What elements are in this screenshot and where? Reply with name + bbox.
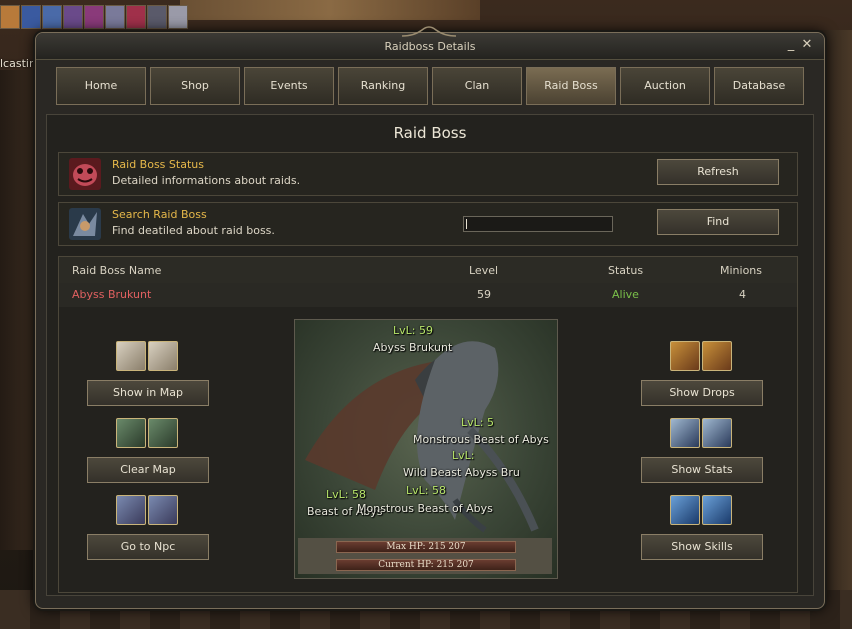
party-avatar[interactable] [63, 5, 83, 29]
teleport-hand-icon [116, 495, 146, 525]
portrait-icon [702, 418, 732, 448]
raid-search-input[interactable] [463, 216, 613, 232]
minion-level-label: LvL: 5 [461, 416, 494, 429]
column-header-minions: Minions [720, 264, 763, 277]
hp-panel: Max HP: 215 207 Current HP: 215 207 [298, 538, 552, 574]
party-avatar[interactable] [105, 5, 125, 29]
tab-home[interactable]: Home [56, 67, 146, 105]
boss-level-label: LvL: 59 [393, 324, 433, 337]
skill-hand-icon [670, 495, 700, 525]
find-button[interactable]: Find [657, 209, 779, 235]
map-scroll-icon [116, 341, 146, 371]
boss-preview: LvL: 59 Abyss Brukunt LvL: 5 Monstrous B… [294, 319, 558, 579]
raid-status-subtitle: Detailed informations about raids. [112, 174, 301, 187]
window-title: Raidboss Details [384, 40, 476, 53]
party-portraits [0, 5, 188, 29]
raid-search-icon [69, 208, 101, 240]
table-row[interactable]: Abyss Brukunt 59 Alive 4 [59, 283, 797, 307]
skill-hand-icon [702, 495, 732, 525]
minion-name-label: Monstrous Beast of Abys [357, 502, 493, 515]
map-scroll-icon [148, 341, 178, 371]
party-avatar[interactable] [147, 5, 167, 29]
party-avatar[interactable] [84, 5, 104, 29]
minion-level-label: LvL: 58 [406, 484, 446, 497]
show-skills-button[interactable]: Show Skills [641, 534, 763, 560]
teleport-hand-icon [148, 495, 178, 525]
party-avatar[interactable] [168, 5, 188, 29]
refresh-button[interactable]: Refresh [657, 159, 779, 185]
search-raid-card: Search Raid Boss Find deatiled about rai… [58, 202, 798, 246]
boss-name-label: Abyss Brukunt [373, 341, 453, 354]
raid-boss-table: Raid Boss Name Level Status Minions Abys… [58, 256, 798, 593]
minimize-button[interactable]: _ [784, 38, 798, 52]
tab-database[interactable]: Database [714, 67, 804, 105]
minion-name-label: Wild Beast Abyss Bru [403, 466, 520, 479]
column-header-name: Raid Boss Name [72, 264, 162, 277]
minion-level-label: LvL: [452, 449, 475, 462]
boss-level-cell: 59 [477, 288, 491, 301]
minion-name-label: Monstrous Beast of Abys [413, 433, 549, 446]
content-panel: Raid Boss Raid Boss Status Detailed info… [46, 114, 814, 596]
tab-raid-boss[interactable]: Raid Boss [526, 67, 616, 105]
tab-ranking[interactable]: Ranking [338, 67, 428, 105]
tab-shop[interactable]: Shop [150, 67, 240, 105]
page-title: Raid Boss [393, 124, 467, 142]
show-in-map-button[interactable]: Show in Map [87, 380, 209, 406]
treasure-chest-icon [702, 341, 732, 371]
raid-status-card: Raid Boss Status Detailed informations a… [58, 152, 798, 196]
background-wall [0, 70, 40, 550]
background-roof [180, 0, 480, 20]
character-icon [116, 418, 146, 448]
search-raid-title: Search Raid Boss [112, 208, 207, 221]
minion-level-label: LvL: 58 [326, 488, 366, 501]
raid-status-title: Raid Boss Status [112, 158, 204, 171]
party-avatar[interactable] [21, 5, 41, 29]
party-avatar[interactable] [0, 5, 20, 29]
column-header-level: Level [469, 264, 499, 277]
party-avatar[interactable] [126, 5, 146, 29]
raid-status-icon [69, 158, 101, 190]
tab-events[interactable]: Events [244, 67, 334, 105]
boss-status-cell: Alive [612, 288, 639, 301]
character-icon [148, 418, 178, 448]
search-raid-subtitle: Find deatiled about raid boss. [112, 224, 275, 237]
boss-name-cell: Abyss Brukunt [72, 288, 152, 301]
portrait-icon [670, 418, 700, 448]
current-hp-bar: Current HP: 215 207 [336, 559, 516, 571]
close-button[interactable]: ✕ [800, 38, 814, 52]
go-to-npc-button[interactable]: Go to Npc [87, 534, 209, 560]
boss-minions-cell: 4 [739, 288, 746, 301]
text-caret [466, 219, 467, 229]
party-avatar[interactable] [42, 5, 62, 29]
show-stats-button[interactable]: Show Stats [641, 457, 763, 483]
nav-tabs: Home Shop Events Ranking Clan Raid Boss … [56, 67, 804, 105]
treasure-chest-icon [670, 341, 700, 371]
title-ornament-icon [401, 26, 457, 37]
tab-clan[interactable]: Clan [432, 67, 522, 105]
raidboss-window: Raidboss Details _ ✕ Home Shop Events Ra… [35, 26, 825, 609]
clear-map-button[interactable]: Clear Map [87, 457, 209, 483]
column-header-status: Status [608, 264, 644, 277]
tab-auction[interactable]: Auction [620, 67, 710, 105]
window-titlebar[interactable]: Raidboss Details _ ✕ [36, 26, 824, 60]
show-drops-button[interactable]: Show Drops [641, 380, 763, 406]
max-hp-bar: Max HP: 215 207 [336, 541, 516, 553]
table-header: Raid Boss Name Level Status Minions [59, 257, 797, 283]
